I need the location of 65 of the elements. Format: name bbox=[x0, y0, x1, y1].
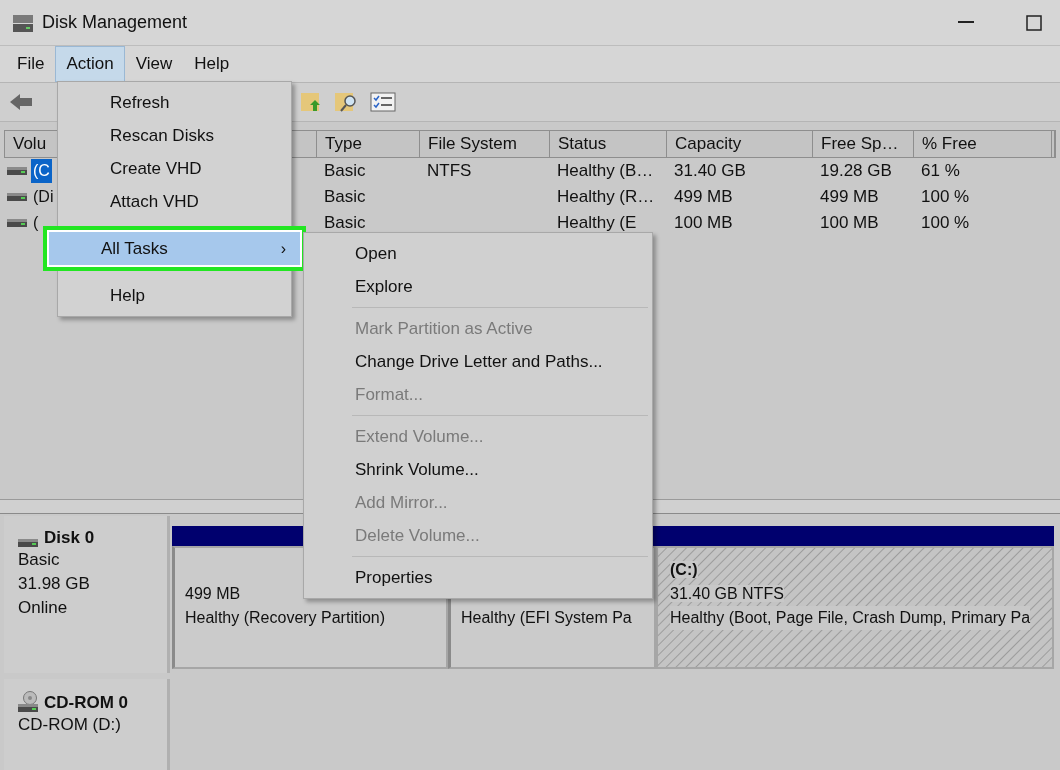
drive-icon bbox=[7, 218, 27, 228]
column-header[interactable]: Type bbox=[317, 131, 420, 157]
table-cell-text: ( bbox=[32, 213, 40, 233]
table-cell: 100 MB bbox=[674, 213, 733, 233]
partition-status: Healthy (Boot, Page File, Crash Dump, Primary Pa bbox=[670, 606, 1031, 630]
menu-item[interactable]: Rescan Disks bbox=[58, 119, 291, 152]
drive-icon bbox=[18, 538, 38, 548]
column-header[interactable]: File System bbox=[420, 131, 550, 157]
back-arrow-icon[interactable] bbox=[8, 92, 34, 112]
disk-detail: CD-ROM (D:) bbox=[18, 714, 122, 736]
menu-item[interactable]: Create VHD bbox=[58, 152, 291, 185]
drive-icon bbox=[7, 166, 27, 176]
table-cell: Healthy (E bbox=[557, 213, 637, 233]
minimize-icon[interactable] bbox=[958, 21, 974, 24]
disk-management-icon bbox=[12, 12, 34, 33]
window-title: Disk Management bbox=[42, 11, 188, 34]
drive-icon bbox=[7, 192, 27, 202]
column-header[interactable]: Free Sp… bbox=[813, 131, 914, 157]
menu-item[interactable]: Explore bbox=[304, 270, 652, 303]
partition-status: Healthy (Recovery Partition) bbox=[185, 608, 386, 628]
partition-box[interactable]: (C:) 31.40 GB NTFS Healthy (Boot, Page File, Crash Dump, Primary Pa bbox=[656, 546, 1054, 669]
partition-size: 31.40 GB NTFS bbox=[670, 585, 784, 602]
table-cell: Healthy (B… bbox=[557, 161, 654, 181]
table-cell: NTFS bbox=[427, 161, 472, 181]
menu-item[interactable]: Refresh bbox=[58, 86, 291, 119]
table-cell: 100 % bbox=[921, 187, 970, 207]
column-header[interactable]: Status bbox=[550, 131, 667, 157]
partition-status: Healthy (EFI System Pa bbox=[461, 608, 632, 628]
table-cell: Basic bbox=[324, 213, 366, 233]
table-cell: (C bbox=[31, 159, 52, 183]
table-cell: Healthy (R… bbox=[557, 187, 655, 207]
disk-name: Disk 0 bbox=[44, 528, 95, 548]
table-cell: 61 % bbox=[921, 161, 960, 181]
partition-title: (C:) bbox=[670, 561, 698, 578]
menu-item[interactable]: View bbox=[124, 46, 184, 82]
menu-item[interactable]: Open bbox=[304, 237, 652, 270]
column-header[interactable]: % Free bbox=[914, 131, 1052, 157]
disk-detail: 31.98 GB bbox=[18, 573, 91, 595]
table-cell: 19.28 GB bbox=[820, 161, 892, 181]
menu-item[interactable]: Shrink Volume... bbox=[304, 453, 652, 486]
table-cell: 100 MB bbox=[820, 213, 879, 233]
menu-item[interactable]: Help bbox=[58, 279, 291, 312]
table-cell: Basic bbox=[324, 187, 366, 207]
cd-drive-icon bbox=[18, 691, 38, 713]
table-cell: 100 % bbox=[921, 213, 970, 233]
menu-item[interactable]: Attach VHD bbox=[58, 185, 291, 218]
submenu-arrow: › bbox=[280, 238, 286, 259]
checklist-icon[interactable] bbox=[370, 92, 396, 112]
menu-item[interactable]: All Tasks › bbox=[49, 232, 300, 265]
partition-size: 499 MB bbox=[185, 585, 241, 602]
table-cell: 31.40 GB bbox=[674, 161, 746, 181]
table-cell: 499 MB bbox=[820, 187, 879, 207]
maximize-icon[interactable] bbox=[1026, 14, 1042, 31]
disk-detail: Online bbox=[18, 597, 69, 619]
disk-detail: Basic bbox=[18, 549, 61, 571]
table-cell-text: (Di bbox=[32, 187, 55, 207]
menu-item[interactable]: Change Drive Letter and Paths... bbox=[304, 345, 652, 378]
menu-item[interactable]: Help bbox=[183, 46, 241, 82]
folder-search-icon[interactable] bbox=[334, 91, 358, 113]
disk-name: CD-ROM 0 bbox=[44, 693, 129, 713]
menu-item[interactable]: File bbox=[6, 46, 56, 82]
menu-item[interactable]: Action bbox=[55, 46, 125, 82]
table-cell: 499 MB bbox=[674, 187, 733, 207]
table-cell: Basic bbox=[324, 161, 366, 181]
column-header[interactable]: Capacity bbox=[667, 131, 813, 157]
